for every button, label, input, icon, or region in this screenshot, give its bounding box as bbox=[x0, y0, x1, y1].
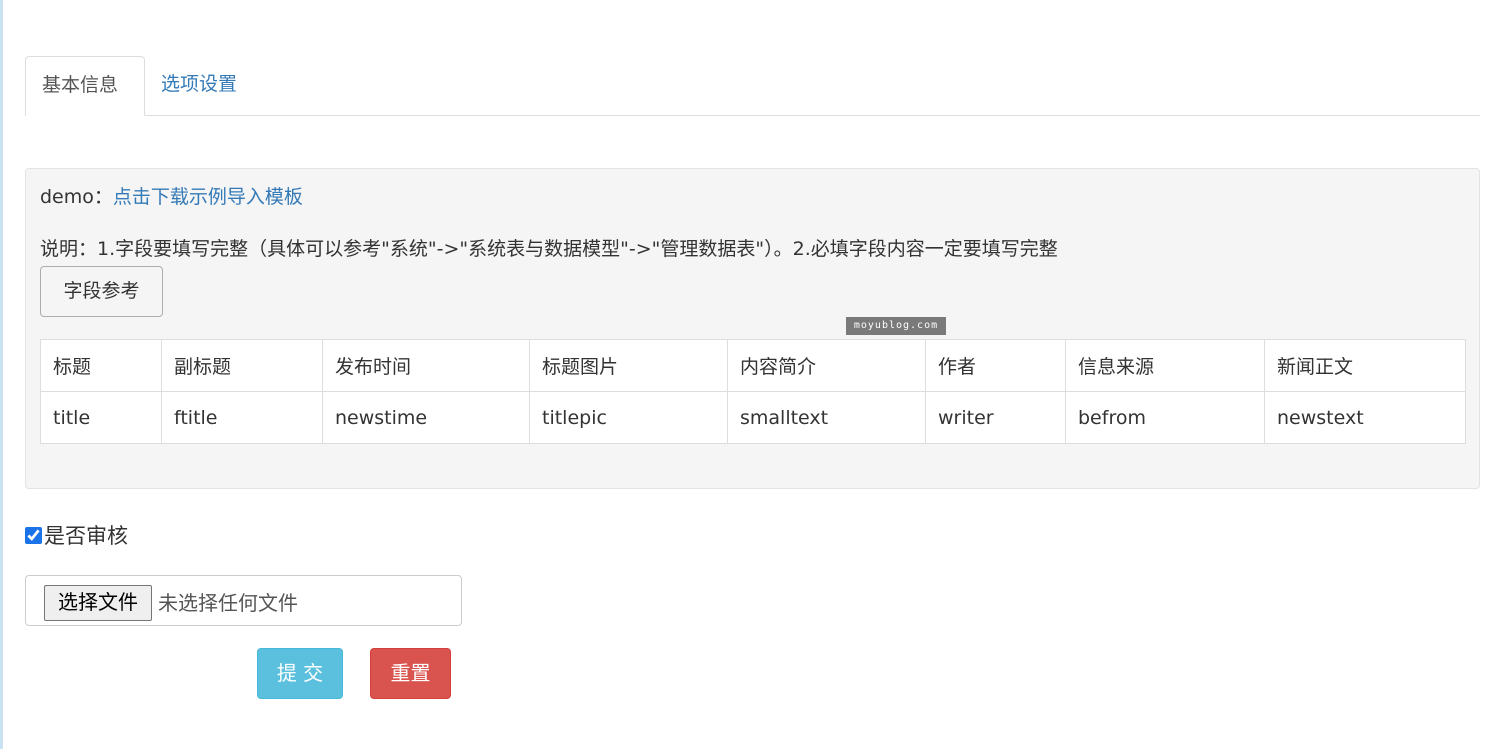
table-cell: newstext bbox=[1264, 391, 1466, 444]
table-cell: writer bbox=[925, 391, 1066, 444]
left-edge-border bbox=[0, 0, 3, 749]
table-header-cell: 内容简介 bbox=[727, 339, 926, 392]
table-cell: titlepic bbox=[529, 391, 728, 444]
table-header-cell: 信息来源 bbox=[1065, 339, 1265, 392]
submit-button[interactable]: 提 交 bbox=[257, 648, 343, 699]
reset-button[interactable]: 重置 bbox=[370, 648, 451, 699]
audit-checkbox[interactable] bbox=[25, 527, 42, 544]
table-cell: befrom bbox=[1065, 391, 1265, 444]
audit-option: 是否审核 bbox=[25, 522, 128, 550]
field-reference-table: 标题 副标题 发布时间 标题图片 内容简介 作者 信息来源 新闻正文 title… bbox=[40, 339, 1466, 444]
download-template-link[interactable]: 点击下载示例导入模板 bbox=[113, 186, 303, 208]
table-cell: newstime bbox=[322, 391, 530, 444]
table-header-cell: 发布时间 bbox=[322, 339, 530, 392]
table-header-cell: 标题 bbox=[40, 339, 162, 392]
watermark: moyublog.com bbox=[846, 317, 946, 335]
table-row: title ftitle newstime titlepic smalltext… bbox=[40, 391, 1466, 444]
description-text: 说明：1.字段要填写完整（具体可以参考"系统"->"系统表与数据模型"->"管理… bbox=[40, 238, 1058, 260]
table-cell: title bbox=[40, 391, 162, 444]
tab-option-settings[interactable]: 选项设置 bbox=[145, 56, 253, 114]
choose-file-button[interactable]: 选择文件 bbox=[44, 585, 152, 621]
table-header-row: 标题 副标题 发布时间 标题图片 内容简介 作者 信息来源 新闻正文 bbox=[40, 339, 1466, 392]
demo-prefix: demo： bbox=[40, 186, 113, 208]
tab-basic-info[interactable]: 基本信息 bbox=[25, 56, 145, 116]
demo-line: demo：点击下载示例导入模板 bbox=[40, 183, 303, 211]
file-status-text: 未选择任何文件 bbox=[158, 591, 298, 615]
table-cell: ftitle bbox=[161, 391, 323, 444]
file-input: 选择文件 未选择任何文件 bbox=[25, 575, 462, 626]
import-panel: demo：点击下载示例导入模板 说明：1.字段要填写完整（具体可以参考"系统"-… bbox=[25, 168, 1480, 489]
table-header-cell: 标题图片 bbox=[529, 339, 728, 392]
table-header-cell: 新闻正文 bbox=[1264, 339, 1466, 392]
table-cell: smalltext bbox=[727, 391, 926, 444]
table-header-cell: 作者 bbox=[925, 339, 1066, 392]
table-header-cell: 副标题 bbox=[161, 339, 323, 392]
tab-bar: 基本信息 选项设置 bbox=[25, 56, 1480, 116]
field-reference-button[interactable]: 字段参考 bbox=[40, 266, 163, 317]
audit-label: 是否审核 bbox=[44, 524, 128, 548]
